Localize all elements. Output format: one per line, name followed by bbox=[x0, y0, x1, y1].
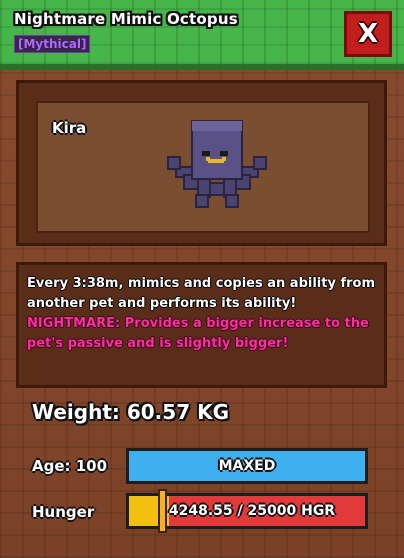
rarity-badge: [Mythical] bbox=[14, 35, 91, 53]
age-label: Age: 100 bbox=[32, 457, 108, 475]
close-button[interactable]: X bbox=[344, 11, 392, 57]
hunger-value: 4248.55 / 25000 HGR bbox=[168, 503, 336, 519]
age-status: MAXED bbox=[218, 458, 276, 474]
pet-name: Kira bbox=[52, 119, 87, 137]
pet-preview-frame: Kira bbox=[16, 80, 387, 246]
pet-title: Nightmare Mimic Octopus bbox=[14, 10, 238, 28]
close-icon: X bbox=[357, 19, 379, 49]
ability-description: Every 3:38m, mimics and copies an abilit… bbox=[16, 262, 387, 388]
ability-text: Every 3:38m, mimics and copies an abilit… bbox=[27, 276, 375, 311]
age-progress-bar: MAXED bbox=[126, 448, 368, 484]
octopus-pet-icon bbox=[167, 120, 267, 208]
hunger-label: Hunger bbox=[32, 503, 95, 521]
pet-info-panel: Nightmare Mimic Octopus [Mythical] X Kir… bbox=[0, 0, 404, 558]
pet-weight: Weight: 60.57 KG bbox=[32, 400, 229, 424]
panel-header: Nightmare Mimic Octopus [Mythical] X bbox=[0, 0, 404, 70]
pet-preview-viewport: Kira bbox=[36, 101, 370, 233]
nightmare-label: NIGHTMARE: bbox=[27, 316, 121, 331]
